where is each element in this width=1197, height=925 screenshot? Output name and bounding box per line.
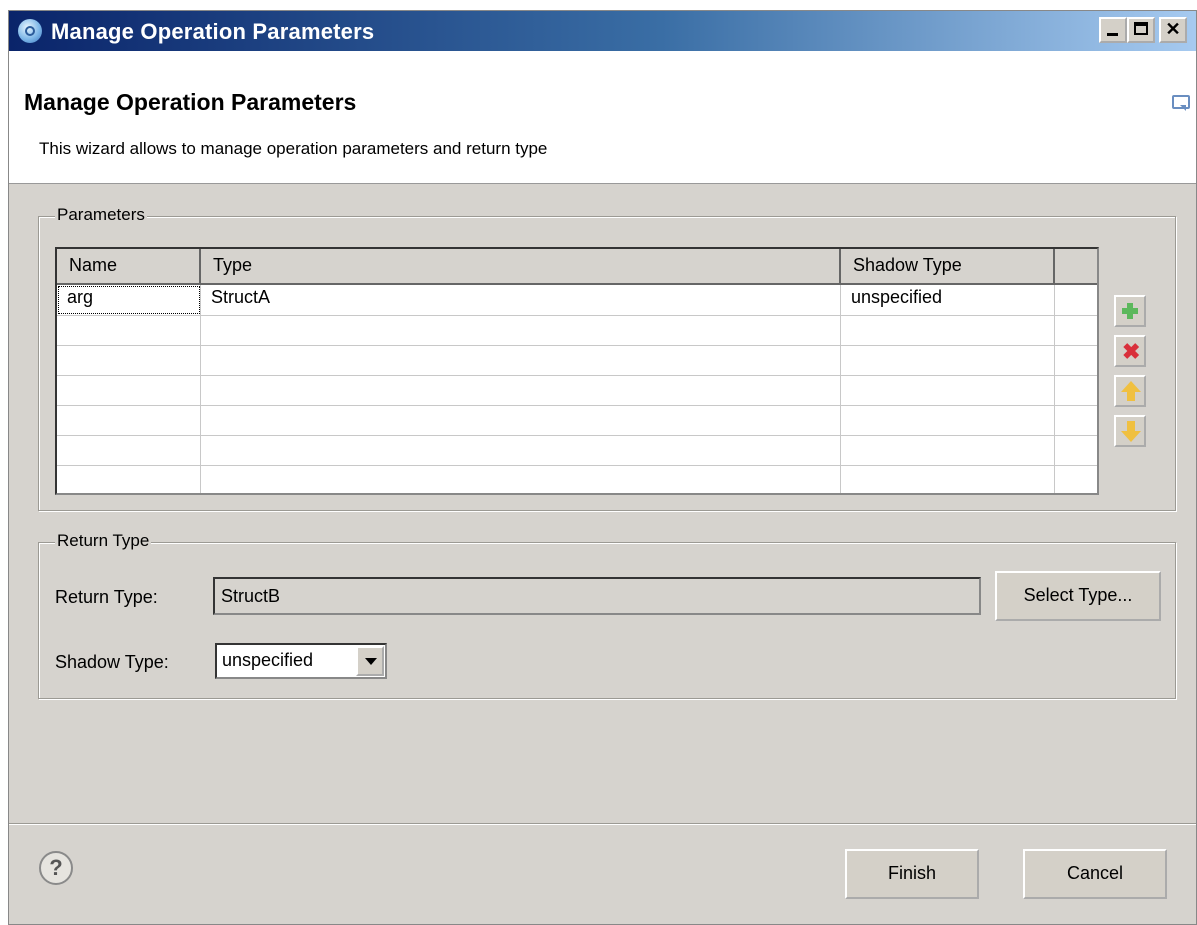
help-button[interactable]: ? bbox=[39, 851, 73, 885]
parameters-group-label: Parameters bbox=[55, 205, 147, 225]
column-header-type[interactable]: Type bbox=[201, 249, 841, 285]
table-header: Name Type Shadow Type bbox=[57, 249, 1097, 285]
table-row-empty bbox=[57, 315, 1097, 346]
return-type-group-label: Return Type bbox=[55, 531, 152, 551]
help-icon: ? bbox=[49, 855, 63, 880]
cell-filler bbox=[1055, 285, 1097, 315]
table-row-empty bbox=[57, 375, 1097, 406]
add-parameter-button[interactable] bbox=[1114, 295, 1146, 327]
finish-button-label: Finish bbox=[887, 863, 936, 883]
return-type-field[interactable]: StructB bbox=[213, 577, 981, 615]
shadow-type-label: Shadow Type: bbox=[55, 652, 169, 672]
select-type-button[interactable]: Select Type... bbox=[995, 571, 1161, 621]
minimize-button[interactable] bbox=[1099, 17, 1127, 43]
maximize-button[interactable] bbox=[1127, 17, 1155, 43]
cell-name[interactable]: arg bbox=[57, 285, 201, 315]
column-header-name[interactable]: Name bbox=[57, 249, 201, 285]
parameters-group: Parameters Name Type Shadow Type arg Str… bbox=[38, 205, 1176, 511]
remove-icon: ✖ bbox=[1122, 339, 1141, 364]
wizard-header: Manage Operation Parameters This wizard … bbox=[9, 51, 1196, 184]
close-icon: ✕ bbox=[1165, 19, 1181, 39]
close-button[interactable]: ✕ bbox=[1159, 17, 1187, 43]
move-down-button[interactable] bbox=[1114, 415, 1146, 447]
move-up-button[interactable] bbox=[1114, 375, 1146, 407]
title-bar: Manage Operation Parameters ✕ bbox=[9, 11, 1196, 51]
remove-parameter-button[interactable]: ✖ bbox=[1114, 335, 1146, 367]
return-type-label: Return Type: bbox=[55, 587, 158, 607]
cell-shadow-type[interactable]: unspecified bbox=[841, 285, 1055, 315]
page-description: This wizard allows to manage operation p… bbox=[39, 139, 548, 158]
finish-button[interactable]: Finish bbox=[845, 849, 979, 899]
maximize-icon bbox=[1134, 22, 1148, 35]
context-help-icon[interactable] bbox=[1170, 93, 1190, 113]
cell-type[interactable]: StructA bbox=[201, 285, 841, 315]
button-bar-separator bbox=[9, 823, 1196, 825]
dialog-window: Manage Operation Parameters ✕ Manage Ope… bbox=[8, 10, 1197, 925]
shadow-type-select[interactable]: unspecified bbox=[215, 643, 387, 679]
table-row-empty bbox=[57, 465, 1097, 493]
dropdown-arrow-icon[interactable] bbox=[356, 646, 384, 676]
minimize-icon bbox=[1107, 33, 1118, 36]
column-header-shadow-type[interactable]: Shadow Type bbox=[841, 249, 1055, 285]
shadow-type-value: unspecified bbox=[222, 650, 314, 670]
table-row-empty bbox=[57, 345, 1097, 376]
column-header-filler bbox=[1055, 249, 1097, 285]
parameters-table[interactable]: Name Type Shadow Type arg StructA unspec… bbox=[55, 247, 1099, 495]
table-row-empty bbox=[57, 435, 1097, 466]
cancel-button[interactable]: Cancel bbox=[1023, 849, 1167, 899]
table-row-empty bbox=[57, 405, 1097, 436]
window-title: Manage Operation Parameters bbox=[51, 19, 375, 44]
page-title: Manage Operation Parameters bbox=[24, 89, 357, 115]
app-icon bbox=[18, 19, 42, 43]
table-row[interactable]: arg StructA unspecified bbox=[57, 285, 1097, 316]
return-type-group: Return Type Return Type: StructB Select … bbox=[38, 531, 1176, 699]
